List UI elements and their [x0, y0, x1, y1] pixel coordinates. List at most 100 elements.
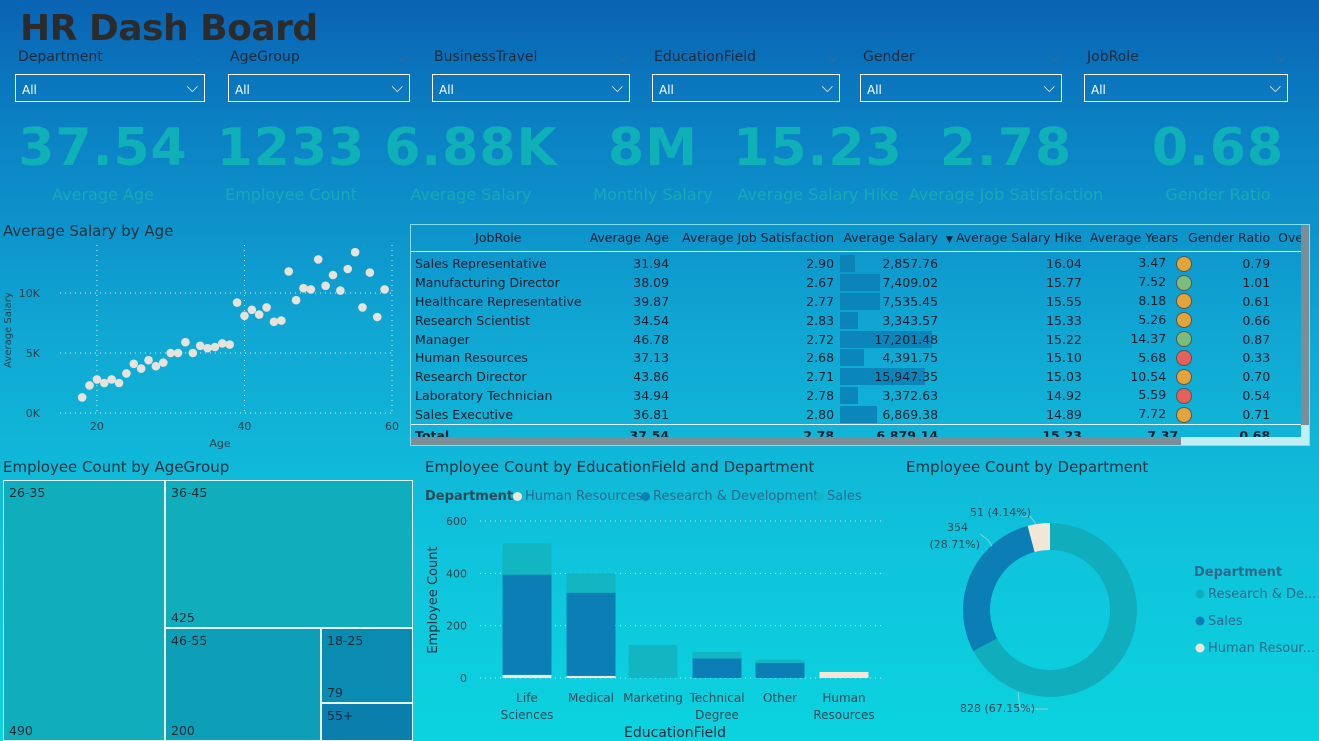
horizontal-scrollbar-thumb[interactable]	[411, 437, 1181, 445]
dropdown-arrow-icon[interactable]: ⌵	[392, 78, 403, 96]
dropdown-arrow-icon[interactable]: ⌵	[612, 78, 623, 96]
salary-value: 7,409.02	[882, 274, 939, 290]
y-tick-label: 10K	[19, 287, 41, 300]
cell-years: 3.47	[1086, 254, 1193, 273]
cell-satisfaction: 2.71	[806, 369, 835, 385]
cell-age: 38.09	[633, 274, 670, 290]
cell-jobrole: Manufacturing Director	[415, 274, 560, 290]
column-header[interactable]: ▼ Average Salary Hike	[942, 225, 1086, 252]
slicer-dropdown[interactable]: All ⌵	[15, 74, 205, 102]
vertical-scrollbar[interactable]	[1301, 225, 1309, 437]
slicer-dropdown[interactable]: All ⌵	[228, 74, 410, 102]
slicer-label: EducationField	[654, 49, 757, 65]
legend-label[interactable]: Sales	[827, 489, 862, 504]
years-value: 7.72	[1138, 406, 1167, 422]
scatter-point	[321, 281, 330, 291]
slicer-dropdown[interactable]: All ⌵	[1084, 74, 1288, 102]
treemap-cell[interactable]: 36-45 425	[165, 480, 413, 628]
horizontal-scrollbar[interactable]	[411, 437, 1309, 445]
table-row[interactable]: Human Resources 37.13 2.68 4,391.75 15.10 5.6…	[411, 348, 1309, 367]
legend-label[interactable]: Research & Development	[653, 489, 819, 504]
dropdown-arrow-icon[interactable]: ⌵	[1044, 78, 1055, 96]
scatter-point	[328, 270, 338, 280]
table-header-row: JobRole Average Age Average Job Satisfacti…	[411, 225, 1309, 252]
cell-hike: 15.55	[1046, 293, 1082, 309]
table-row[interactable]: Manufacturing Director 38.09 2.67 7,409.02 1…	[411, 273, 1309, 292]
cell-years: 5.68	[1086, 348, 1193, 367]
scatter-point	[173, 348, 183, 358]
treemap-cell[interactable]: 46-55 200	[165, 628, 321, 741]
sort-descending-icon[interactable]: ▼	[946, 235, 953, 245]
dropdown-arrow-icon[interactable]: ⌵	[187, 78, 198, 96]
table-row[interactable]: Laboratory Technician 34.94 2.78 3,372.63 14…	[411, 386, 1309, 405]
y-axis-label: Average Salary	[3, 292, 14, 368]
dropdown-arrow-icon[interactable]: ⌵	[1270, 78, 1281, 96]
treemap-cell[interactable]: 18-25 79	[321, 628, 413, 703]
donut-label-sales-pct: (28.71%)	[929, 538, 980, 551]
cell-jobrole: Human Resources	[415, 350, 528, 366]
cell-gender-ratio: 0.87	[1242, 331, 1271, 347]
x-tick-label: Marketing	[623, 691, 683, 705]
cell-hike: 16.04	[1046, 255, 1082, 271]
donut-label-rd: 828 (67.15%)	[960, 702, 1035, 715]
cell-satisfaction: 2.68	[806, 350, 835, 366]
salary-data-bar	[840, 387, 859, 405]
treemap-cell-label: 55+	[327, 708, 354, 723]
chevron-down-icon[interactable]: ⌵	[1050, 50, 1059, 65]
column-header[interactable]: Gender Ratio	[1182, 225, 1275, 252]
column-header[interactable]: JobRole	[411, 225, 586, 252]
x-tick-label: Resources	[813, 708, 874, 722]
cell-satisfaction: 2.90	[806, 255, 835, 271]
legend-label[interactable]: Human Resources	[525, 489, 642, 504]
slicer-value: All	[659, 83, 674, 97]
slicer-value: All	[867, 83, 882, 97]
table-row[interactable]: Manager 46.78 2.72 17,201.48 15.22 14.37 0.87	[411, 330, 1309, 349]
cell-satisfaction: 2.78	[806, 388, 835, 404]
status-indicator-icon	[1176, 274, 1193, 291]
years-value: 7.52	[1138, 274, 1167, 290]
slicer-dropdown[interactable]: All ⌵	[860, 74, 1062, 102]
treemap-cell[interactable]: 26-35 490	[3, 480, 165, 741]
chevron-down-icon[interactable]: ⌵	[618, 50, 627, 65]
cell-hike: 15.03	[1046, 369, 1082, 385]
column-header[interactable]: Average Age	[585, 225, 674, 252]
chevron-down-icon[interactable]: ⌵	[398, 50, 407, 65]
scatter-point	[122, 369, 131, 378]
bar-segment	[566, 592, 616, 676]
cell-years: 5.26	[1086, 311, 1193, 330]
status-indicator-icon	[1176, 406, 1193, 423]
scatter-point	[299, 283, 308, 293]
table-row[interactable]: Research Director 43.86 2.71 15,947.35 15.03…	[411, 367, 1309, 386]
table-row[interactable]: Sales Representative 31.94 2.90 2,857.76 16.…	[411, 254, 1309, 273]
chevron-down-icon[interactable]: ⌵	[828, 50, 837, 65]
table-row[interactable]: Healthcare Representative 39.87 2.77 7,535.…	[411, 292, 1309, 311]
chevron-down-icon[interactable]: ⌵	[1276, 50, 1285, 65]
column-header[interactable]: Average Job Satisfaction	[673, 225, 839, 252]
column-header-label: Gender Ratio	[1188, 230, 1271, 246]
cell-salary: 6,869.38	[838, 405, 942, 424]
table-row[interactable]: Research Scientist 34.54 2.83 3,343.57 15.33…	[411, 311, 1309, 330]
column-header-label: Average Years	[1089, 230, 1179, 246]
jobrole-table[interactable]: JobRole Average Age Average Job Satisfacti…	[410, 224, 1310, 446]
slicer-dropdown[interactable]: All ⌵	[652, 74, 840, 102]
column-header[interactable]: Average Years	[1085, 225, 1183, 252]
salary-value: 15,947.35	[874, 369, 939, 385]
years-value: 5.59	[1138, 387, 1167, 403]
slicer-value: All	[22, 83, 37, 97]
treemap-cell-label: 18-25	[327, 633, 364, 648]
cell-salary: 7,409.02	[838, 273, 942, 292]
scatter-point	[203, 343, 212, 353]
cell-jobrole: Healthcare Representative	[415, 293, 582, 309]
donut-legend-label: Research & De...	[1208, 587, 1316, 602]
scatter-point	[195, 341, 205, 351]
treemap-cell[interactable]: 55+	[321, 703, 413, 741]
chevron-down-icon[interactable]: ⌵	[193, 50, 202, 65]
bar-segment	[566, 573, 616, 593]
column-header[interactable]: Average Salary	[838, 225, 943, 252]
slicer-dropdown[interactable]: All ⌵	[432, 74, 630, 102]
scatter-point	[85, 381, 94, 390]
vertical-scrollbar-thumb[interactable]	[1301, 225, 1309, 425]
bar-segment	[628, 644, 678, 678]
dropdown-arrow-icon[interactable]: ⌵	[822, 78, 833, 96]
table-row[interactable]: Sales Executive 36.81 2.80 6,869.38 14.89 7.7…	[411, 405, 1309, 424]
